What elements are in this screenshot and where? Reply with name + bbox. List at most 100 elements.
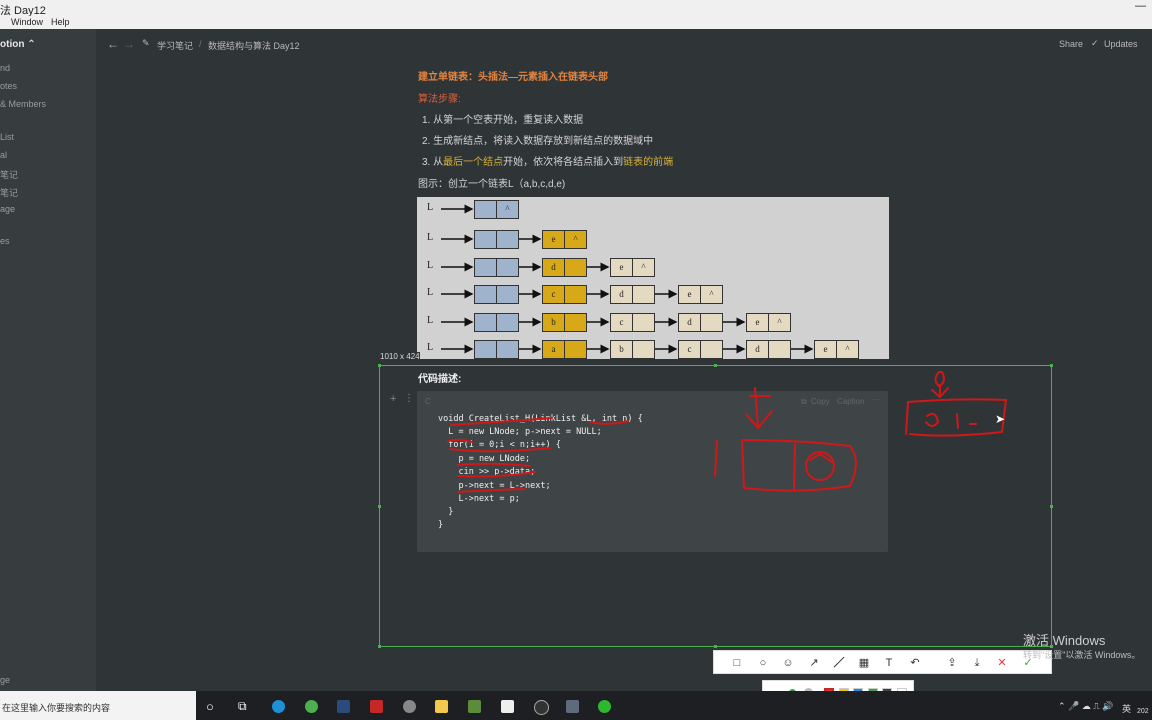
rectangle-tool-icon[interactable]: □ bbox=[730, 656, 744, 670]
input-language[interactable]: 英 bbox=[1122, 702, 1131, 715]
sidebar-item-new-page[interactable]: ge bbox=[0, 675, 10, 685]
node-next-field bbox=[497, 286, 518, 303]
check-icon: ✓ bbox=[1091, 38, 1099, 48]
sidebar-item-templates[interactable]: es bbox=[0, 236, 10, 246]
wechat-icon[interactable] bbox=[598, 700, 611, 713]
node-data-field bbox=[475, 201, 497, 218]
app-icon-circle[interactable] bbox=[534, 700, 549, 715]
edge-icon[interactable] bbox=[272, 700, 285, 713]
mosaic-tool-icon[interactable]: ▦ bbox=[857, 656, 871, 670]
annotation-small-arrow bbox=[931, 385, 949, 398]
node-next-field: ^ bbox=[701, 286, 722, 303]
workspace-switcher[interactable]: otion ⌃ bbox=[0, 39, 36, 50]
activation-watermark-sub: 转到"设置"以激活 Windows。 bbox=[1023, 650, 1141, 660]
hand-drawn-annotations bbox=[447, 371, 1007, 493]
minimize-icon[interactable]: — bbox=[1135, 0, 1146, 12]
sidebar-item-journal[interactable]: al bbox=[0, 150, 7, 160]
cancel-icon[interactable]: ✕ bbox=[995, 656, 1009, 670]
undo-icon[interactable]: ↶ bbox=[908, 656, 922, 670]
taskbar-search-input[interactable]: 在这里输入你要搜索的内容 bbox=[2, 701, 110, 714]
list-node: d bbox=[610, 285, 655, 304]
list-head-label: L bbox=[427, 315, 434, 326]
step-1: 1. 从第一个空表开始，重复读入数据 bbox=[422, 115, 584, 126]
node-next-field bbox=[769, 341, 790, 358]
node-data-field bbox=[475, 231, 497, 248]
menu-help[interactable]: Help bbox=[51, 17, 70, 27]
annotation-circle bbox=[805, 451, 835, 481]
section-heading: 建立单链表：头插法—元素插入在链表头部 bbox=[418, 72, 608, 83]
updates-button[interactable]: Updates bbox=[1104, 39, 1138, 49]
activation-watermark: 激活 Windows bbox=[1023, 633, 1106, 648]
menu-bar: Window Help bbox=[0, 16, 1152, 29]
list-node: d bbox=[678, 313, 723, 332]
node-next-field bbox=[633, 286, 654, 303]
node-next-field bbox=[633, 341, 654, 358]
task-view-icon[interactable]: ⧉ bbox=[238, 699, 247, 714]
sidebar-item-page[interactable]: age bbox=[0, 204, 15, 214]
node-data-field: e bbox=[611, 259, 633, 276]
menu-window[interactable]: Window bbox=[11, 17, 43, 27]
figure-caption: 图示：创立一个链表L（a,b,c,d,e) bbox=[418, 179, 566, 190]
annotation-node-divider bbox=[793, 443, 796, 491]
arrow-tool-icon[interactable]: ↗ bbox=[807, 656, 821, 670]
head-node bbox=[474, 258, 519, 277]
head-node bbox=[474, 340, 519, 359]
file-explorer-icon[interactable] bbox=[435, 700, 448, 713]
calculator-icon[interactable] bbox=[566, 700, 579, 713]
forward-arrow-icon[interactable]: → bbox=[123, 37, 135, 51]
step-3: 3. 从最后一个结点开始，依次将各结点插入到链表的前端 bbox=[422, 153, 673, 168]
sidebar-item-notes-2[interactable]: 笔记 bbox=[0, 186, 18, 199]
annotation-underline-4 bbox=[449, 447, 551, 453]
tray-icons[interactable]: ⌃ 🎤 ☁ ⎍ 🔊 bbox=[1058, 701, 1113, 712]
steam-icon[interactable] bbox=[337, 700, 350, 713]
taskbar-clock[interactable]: 202 bbox=[1137, 708, 1149, 715]
pen-tool-icon[interactable]: ／ bbox=[832, 656, 846, 670]
back-arrow-icon[interactable]: ← bbox=[107, 37, 119, 51]
node-next-field bbox=[633, 314, 654, 331]
text-tool-icon[interactable]: T bbox=[882, 656, 896, 670]
node-data-field: b bbox=[543, 314, 565, 331]
node-data-field bbox=[475, 286, 497, 303]
list-node: c bbox=[542, 285, 587, 304]
sidebar-item-notes-1[interactable]: 笔记 bbox=[0, 168, 18, 181]
list-node: b bbox=[610, 340, 655, 359]
download-icon[interactable]: ⤓ bbox=[970, 656, 984, 670]
node-data-field: e bbox=[815, 341, 837, 358]
chrome-icon[interactable] bbox=[305, 700, 318, 713]
ellipse-tool-icon[interactable]: ○ bbox=[756, 656, 770, 670]
share-icon[interactable]: ⇪ bbox=[945, 656, 959, 670]
app-icon-gray[interactable] bbox=[403, 700, 416, 713]
taskbar-search-box[interactable]: 在这里输入你要搜索的内容 bbox=[0, 691, 196, 720]
node-data-field: d bbox=[679, 314, 701, 331]
sticker-tool-icon[interactable]: ☺ bbox=[781, 656, 795, 670]
window-title-bar: 法 Day12 — bbox=[0, 0, 1152, 17]
breadcrumb-current[interactable]: 数据结构与算法 Day12 bbox=[208, 39, 300, 52]
step-3-highlight-last-node: 最后一个结点 bbox=[443, 157, 504, 168]
list-node: e ^ bbox=[610, 258, 655, 277]
node-next-field bbox=[701, 341, 722, 358]
sidebar-item-find[interactable]: nd bbox=[0, 63, 10, 73]
sidebar-item-updates[interactable]: otes bbox=[0, 81, 17, 91]
sidebar-item-list[interactable]: List bbox=[0, 132, 14, 142]
screenshot-toolbar: □ ○ ☺ ↗ ／ ▦ T ↶ ⇪ ⤓ ✕ ✓ bbox=[713, 650, 1052, 674]
list-node: c bbox=[678, 340, 723, 359]
annotation-underline-5 bbox=[457, 471, 536, 478]
app-icon-green[interactable] bbox=[468, 700, 481, 713]
head-node bbox=[474, 313, 519, 332]
breadcrumb-separator: / bbox=[199, 39, 202, 49]
share-button[interactable]: Share bbox=[1059, 39, 1083, 49]
head-node: ^ bbox=[474, 200, 519, 219]
list-head-label: L bbox=[427, 232, 434, 243]
node-next-field bbox=[565, 259, 586, 276]
notion-icon[interactable] bbox=[501, 700, 514, 713]
sidebar-item-members[interactable]: & Members bbox=[0, 99, 46, 109]
node-next-field bbox=[497, 231, 518, 248]
list-node: d bbox=[542, 258, 587, 277]
annotation-e-letter bbox=[925, 413, 939, 427]
page-top-bar: ← → ✎ 学习笔记 / 数据结构与算法 Day12 Share ✓ Updat… bbox=[96, 29, 1152, 59]
list-node: e ^ bbox=[746, 313, 791, 332]
list-head-label: L bbox=[427, 260, 434, 271]
breadcrumb-parent[interactable]: 学习笔记 bbox=[157, 39, 193, 52]
cortana-icon[interactable]: ○ bbox=[206, 699, 214, 714]
app-icon-red[interactable] bbox=[370, 700, 383, 713]
